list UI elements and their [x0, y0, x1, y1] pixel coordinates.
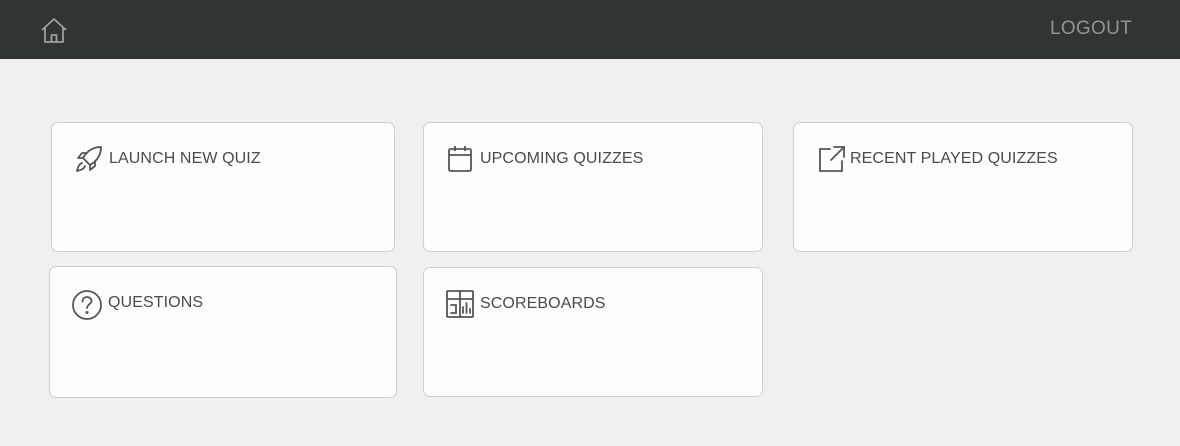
scoreboards-label: SCOREBOARDS	[480, 295, 606, 312]
upcoming-quizzes-label: UPCOMING QUIZZES	[480, 150, 644, 167]
external-link-icon	[816, 144, 846, 174]
top-navigation-bar: LOGOUT	[0, 0, 1180, 59]
upcoming-quizzes-card[interactable]: UPCOMING QUIZZES	[423, 122, 763, 252]
recent-played-quizzes-label: RECENT PLAYED QUIZZES	[850, 150, 1058, 167]
scoreboard-icon	[445, 289, 475, 319]
logout-button[interactable]: LOGOUT	[1050, 18, 1132, 40]
recent-played-quizzes-card[interactable]: RECENT PLAYED QUIZZES	[793, 122, 1133, 252]
home-button[interactable]	[37, 14, 71, 46]
rocket-icon	[73, 143, 105, 175]
home-icon	[39, 16, 69, 44]
launch-new-quiz-label: LAUNCH NEW QUIZ	[109, 150, 261, 167]
questions-card[interactable]: QUESTIONS	[49, 266, 397, 398]
launch-new-quiz-card[interactable]: LAUNCH NEW QUIZ	[51, 122, 395, 252]
questions-label: QUESTIONS	[108, 294, 204, 311]
scoreboards-card[interactable]: SCOREBOARDS	[423, 267, 763, 397]
calendar-icon	[446, 144, 474, 174]
question-circle-icon	[71, 289, 103, 321]
